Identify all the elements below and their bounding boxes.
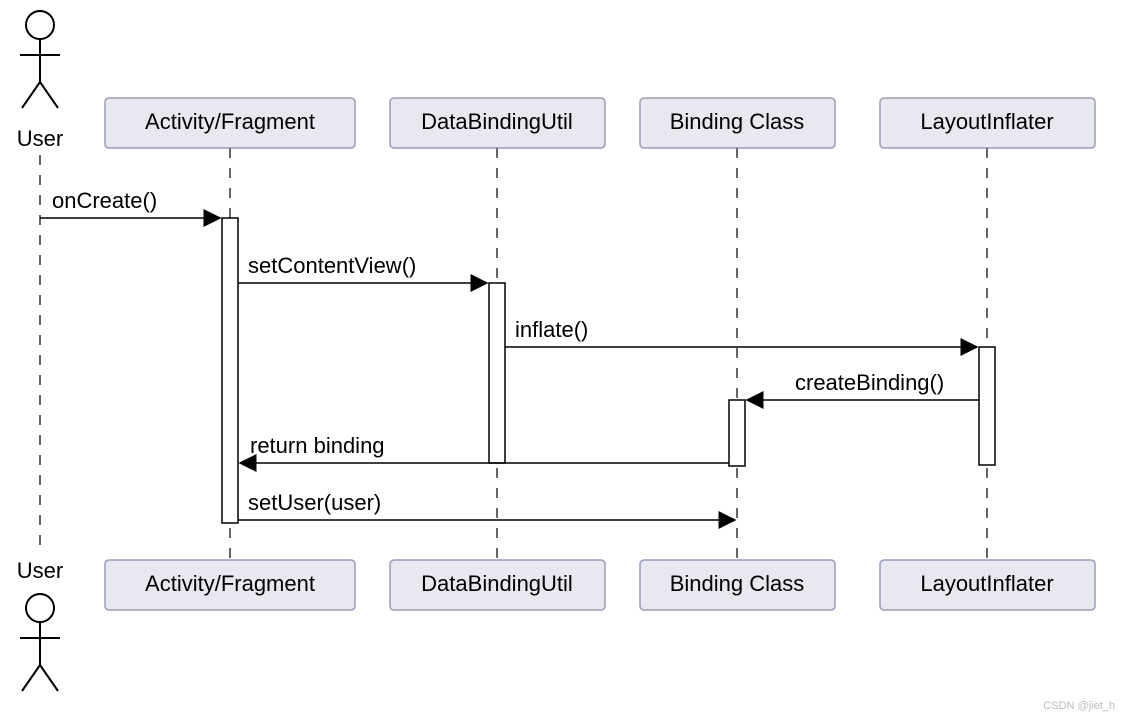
svg-text:Activity/Fragment: Activity/Fragment [145,109,315,134]
actor-label-top: User [17,126,63,151]
activation-inflater [979,347,995,465]
actor-user-bottom: User [17,558,63,691]
svg-text:setUser(user): setUser(user) [248,490,381,515]
svg-text:return binding: return binding [250,433,385,458]
message-oncreate: onCreate() [40,188,220,218]
message-createbinding: createBinding() [747,370,979,400]
actor-user-top: User [17,11,63,151]
svg-text:inflate(): inflate() [515,317,588,342]
participant-inflater-top: LayoutInflater [880,98,1095,148]
participant-dbutil-top: DataBindingUtil [390,98,605,148]
message-return-binding: return binding [240,433,729,463]
participant-activity-bottom: Activity/Fragment [105,560,355,610]
participant-bclass-bottom: Binding Class [640,560,835,610]
svg-text:onCreate(): onCreate() [52,188,157,213]
participant-bclass-top: Binding Class [640,98,835,148]
message-setuser: setUser(user) [238,490,735,520]
watermark: CSDN @jiet_h [1043,700,1115,712]
participant-inflater-bottom: LayoutInflater [880,560,1095,610]
svg-text:createBinding(): createBinding() [795,370,944,395]
participant-dbutil-bottom: DataBindingUtil [390,560,605,610]
message-setcontentview: setContentView() [238,253,487,283]
svg-text:Binding Class: Binding Class [670,571,805,596]
actor-label-bottom: User [17,558,63,583]
svg-text:setContentView(): setContentView() [248,253,416,278]
message-inflate: inflate() [505,317,977,347]
participant-activity-top: Activity/Fragment [105,98,355,148]
svg-text:Binding Class: Binding Class [670,109,805,134]
activation-bclass [729,400,745,466]
svg-text:DataBindingUtil: DataBindingUtil [421,109,573,134]
activation-activity [222,218,238,523]
svg-text:Activity/Fragment: Activity/Fragment [145,571,315,596]
svg-text:LayoutInflater: LayoutInflater [920,571,1053,596]
svg-text:DataBindingUtil: DataBindingUtil [421,571,573,596]
svg-text:LayoutInflater: LayoutInflater [920,109,1053,134]
activation-dbutil [489,283,505,463]
sequence-diagram: User Activity/Fragment DataBindingUtil B… [0,0,1124,714]
